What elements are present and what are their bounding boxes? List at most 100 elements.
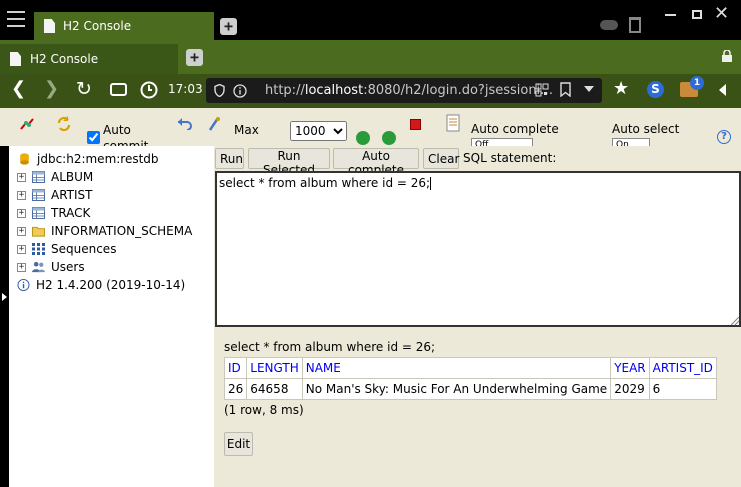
run-button[interactable]: Run bbox=[215, 148, 244, 169]
column-header-id[interactable]: ID bbox=[223, 357, 248, 379]
cloud-icon bbox=[600, 20, 618, 30]
tree-item-sequences[interactable]: + Sequences bbox=[17, 240, 116, 258]
tab-h2-console[interactable]: H2 Console bbox=[0, 44, 178, 74]
expand-icon[interactable]: + bbox=[17, 226, 26, 236]
tab-overview-icon[interactable] bbox=[110, 83, 127, 96]
history-icon[interactable] bbox=[446, 114, 460, 132]
column-header-year[interactable]: YEAR bbox=[610, 357, 650, 379]
menu-icon[interactable] bbox=[7, 11, 25, 27]
expand-icon[interactable]: + bbox=[17, 262, 26, 272]
auto-select-label: Auto select bbox=[612, 122, 680, 136]
extension-badge: 1 bbox=[690, 76, 704, 90]
info-icon bbox=[17, 279, 30, 291]
column-header-name[interactable]: NAME bbox=[301, 357, 612, 379]
new-window-tab-button[interactable]: + bbox=[220, 18, 237, 35]
clock-time: 17:03 bbox=[168, 82, 203, 96]
clear-button[interactable]: Clear bbox=[423, 148, 459, 169]
frame-divider[interactable] bbox=[0, 146, 9, 487]
table-icon bbox=[32, 171, 45, 183]
tree-connection[interactable]: jdbc:h2:mem:restdb bbox=[18, 150, 159, 168]
run-icon[interactable] bbox=[356, 131, 370, 145]
tree-item-album[interactable]: + ALBUM bbox=[17, 168, 93, 186]
auto-complete-select[interactable]: Off bbox=[471, 138, 533, 146]
collapse-arrow-icon[interactable] bbox=[2, 293, 7, 301]
run-selected-icon[interactable] bbox=[382, 131, 396, 145]
max-rows-label: Max bbox=[234, 123, 259, 137]
connection-label: jdbc:h2:mem:restdb bbox=[37, 152, 159, 166]
help-icon[interactable]: ? bbox=[717, 130, 731, 144]
expand-icon[interactable]: + bbox=[17, 190, 26, 200]
commit-icon[interactable] bbox=[207, 116, 221, 132]
dropdown-arrow-icon[interactable] bbox=[584, 86, 594, 92]
column-header-length[interactable]: LENGTH bbox=[246, 357, 303, 379]
tree-item-track[interactable]: + TRACK bbox=[17, 204, 90, 222]
result-query: select * from album where id = 26; bbox=[224, 340, 436, 354]
auto-commit-checkbox[interactable] bbox=[87, 131, 100, 144]
sequences-icon bbox=[32, 243, 45, 255]
window-tab[interactable]: H2 Console bbox=[34, 12, 214, 40]
speed-dial-clock-icon[interactable] bbox=[140, 81, 158, 99]
result-summary: (1 row, 8 ms) bbox=[224, 403, 304, 417]
tree-item-label: Sequences bbox=[51, 242, 117, 256]
tab-title: H2 Console bbox=[30, 52, 99, 66]
trash-icon[interactable] bbox=[629, 17, 641, 33]
sql-statement-label: SQL statement: bbox=[463, 151, 557, 165]
result-area: select * from album where id = 26; ID LE… bbox=[223, 340, 729, 417]
shield-icon bbox=[214, 84, 225, 97]
maximize-icon[interactable] bbox=[692, 10, 702, 19]
stop-icon[interactable] bbox=[410, 119, 421, 130]
url-text[interactable]: http://localhost:8080/h2/login.do?jsessi… bbox=[265, 83, 553, 98]
forward-icon[interactable]: ❯ bbox=[44, 78, 59, 99]
tree-item-label: ARTIST bbox=[51, 188, 93, 202]
expand-icon[interactable]: + bbox=[17, 172, 26, 182]
auto-select-select[interactable]: On bbox=[612, 138, 650, 146]
tree-item-information-schema[interactable]: + INFORMATION_SCHEMA bbox=[17, 222, 192, 240]
expand-icon[interactable]: + bbox=[17, 208, 26, 218]
bookmark-icon[interactable] bbox=[560, 82, 571, 97]
auto-commit-label: Auto commit bbox=[103, 123, 149, 146]
rollback-icon[interactable] bbox=[176, 116, 192, 130]
table-icon bbox=[32, 189, 45, 201]
table-icon bbox=[32, 207, 45, 219]
refresh-icon[interactable] bbox=[56, 115, 72, 133]
expand-icon[interactable]: + bbox=[17, 244, 26, 254]
window-tab-title: H2 Console bbox=[63, 19, 132, 33]
auto-complete-toolbar-label: Auto complete bbox=[471, 122, 559, 136]
reload-icon[interactable]: ↻ bbox=[76, 78, 92, 100]
tree-item-artist[interactable]: + ARTIST bbox=[17, 186, 93, 204]
edit-button[interactable]: Edit bbox=[224, 432, 253, 456]
lock-icon bbox=[722, 50, 732, 62]
back-icon[interactable]: ❮ bbox=[11, 78, 26, 99]
tree-item-label: ALBUM bbox=[51, 170, 94, 184]
version-label: H2 1.4.200 (2019-10-14) bbox=[36, 278, 186, 292]
sidebar-toggle-icon[interactable] bbox=[719, 84, 726, 96]
max-rows-select[interactable]: 1000 bbox=[290, 121, 347, 141]
resize-handle-icon[interactable] bbox=[731, 317, 739, 325]
run-selected-button[interactable]: Run Selected bbox=[248, 148, 330, 177]
cell-artist-id: 6 bbox=[648, 378, 717, 400]
star-icon[interactable]: ★ bbox=[613, 78, 629, 99]
tree-item-label: TRACK bbox=[51, 206, 91, 220]
column-header-artist-id[interactable]: ARTIST_ID bbox=[648, 357, 717, 379]
tree-item-users[interactable]: + Users bbox=[17, 258, 85, 276]
new-tab-button[interactable]: + bbox=[186, 49, 203, 66]
tree-version: H2 1.4.200 (2019-10-14) bbox=[17, 276, 185, 294]
cell-name: No Man's Sky: Music For An Underwhelming… bbox=[301, 378, 612, 400]
disconnect-icon[interactable] bbox=[19, 116, 35, 132]
minimize-icon[interactable] bbox=[665, 14, 676, 16]
tree-item-label: INFORMATION_SCHEMA bbox=[51, 224, 193, 238]
document-icon bbox=[44, 19, 55, 33]
tree-item-label: Users bbox=[51, 260, 85, 274]
qr-code-icon[interactable] bbox=[535, 83, 549, 97]
info-icon[interactable] bbox=[233, 83, 247, 98]
text-cursor bbox=[430, 177, 432, 190]
close-icon[interactable]: ✕ bbox=[714, 3, 729, 24]
sql-editor[interactable]: select * from album where id = 26; bbox=[215, 171, 741, 327]
auto-complete-button[interactable]: Auto complete bbox=[333, 148, 419, 177]
sql-editor-text: select * from album where id = 26; bbox=[219, 176, 431, 190]
folder-icon bbox=[32, 226, 45, 237]
s-extension-icon[interactable]: S bbox=[647, 81, 664, 98]
cell-id: 26 bbox=[223, 378, 248, 400]
cell-year: 2029 bbox=[610, 378, 650, 400]
schema-tree: jdbc:h2:mem:restdb + ALBUM + ARTIST + TR… bbox=[9, 146, 214, 487]
